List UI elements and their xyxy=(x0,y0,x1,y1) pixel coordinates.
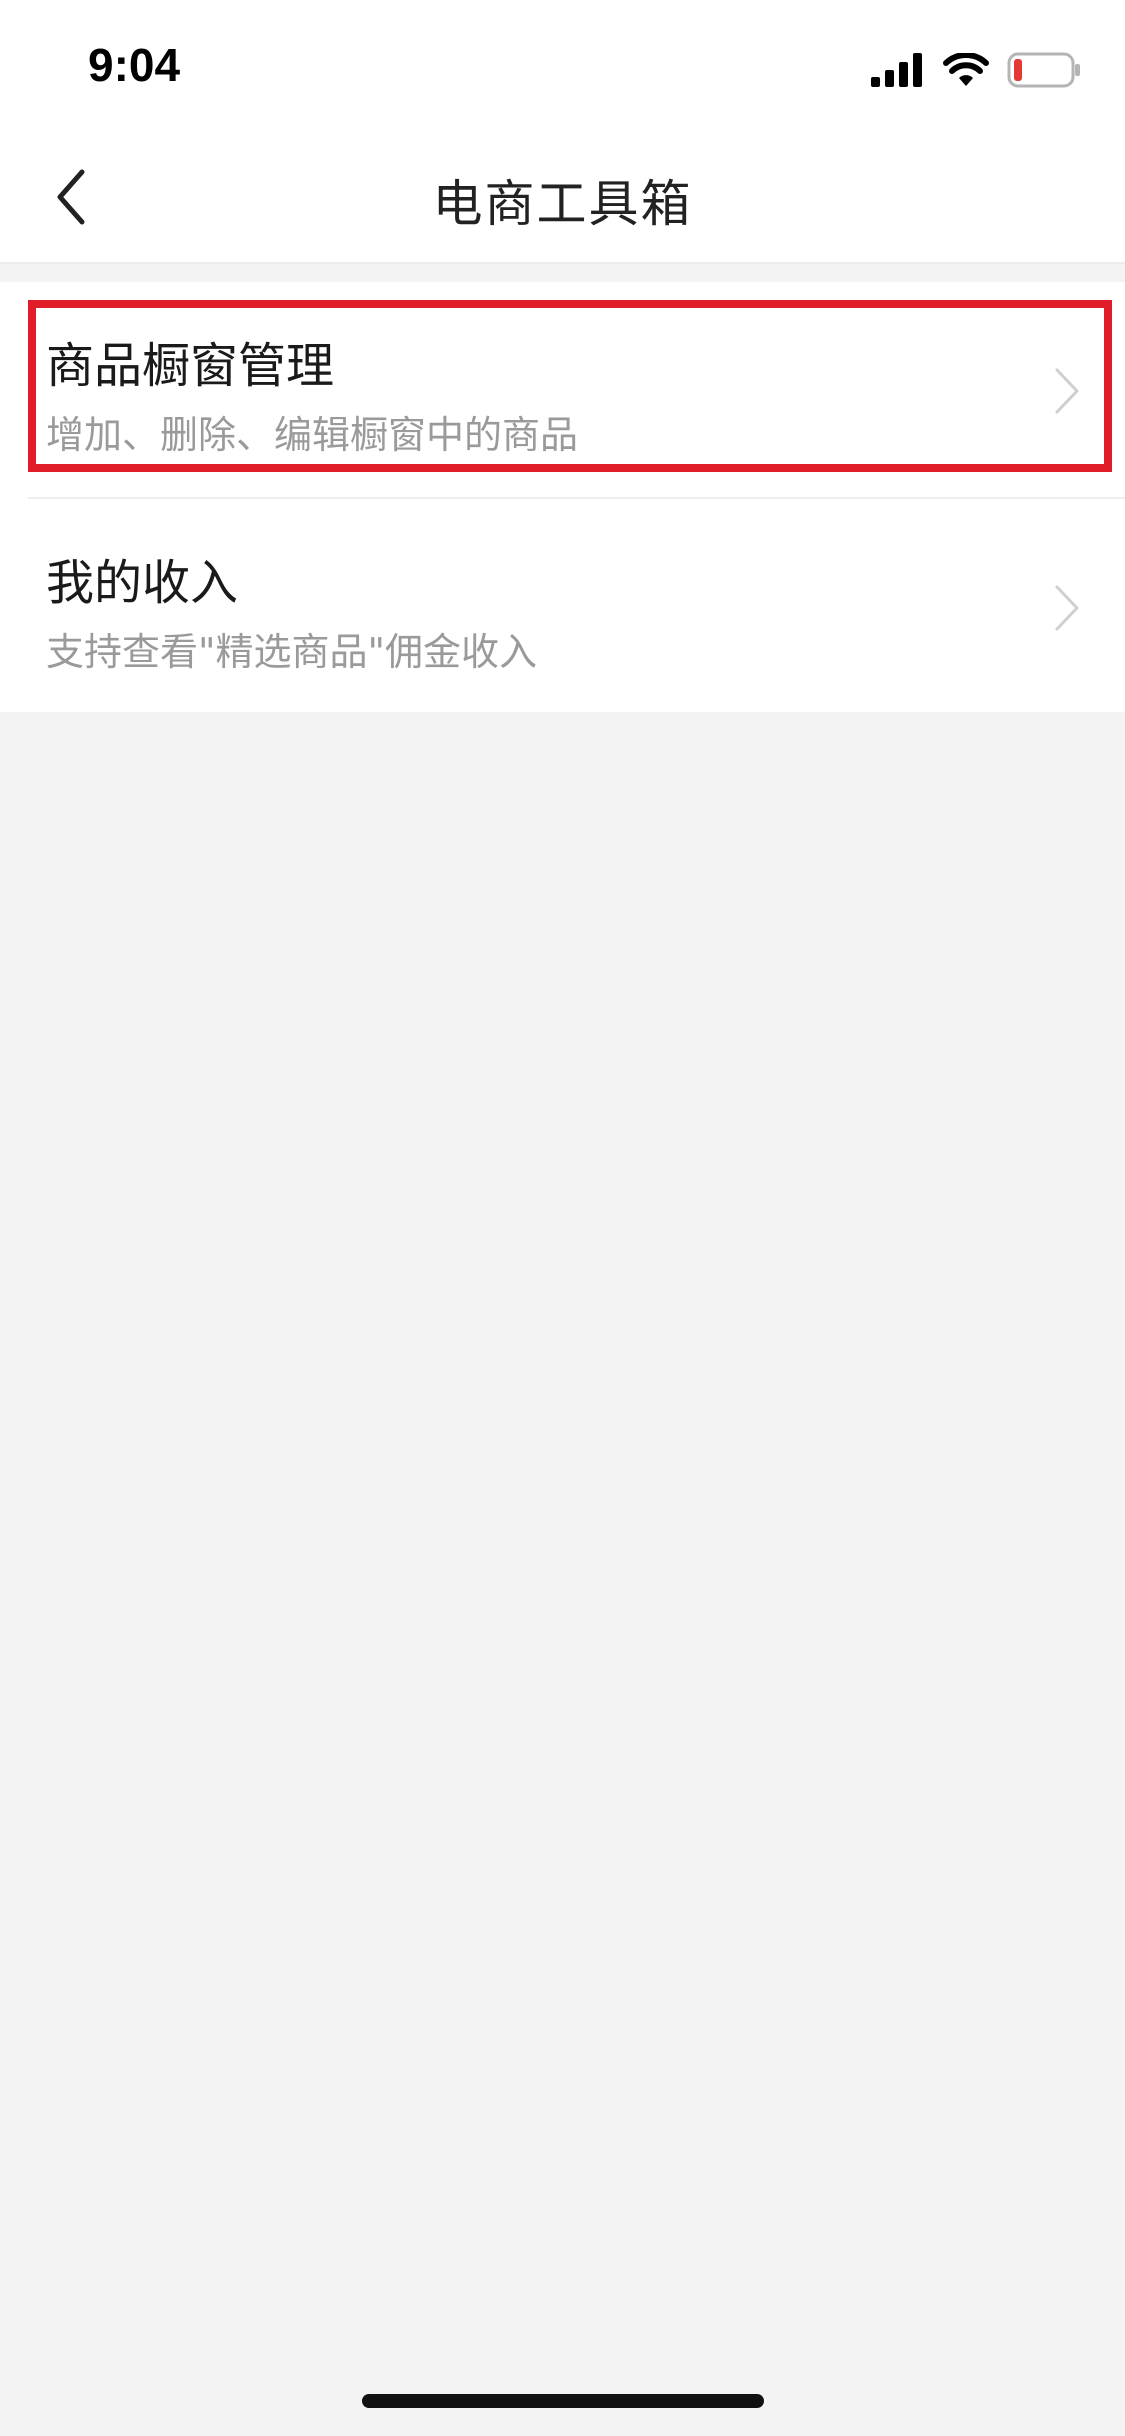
status-bar: 9:04 xyxy=(0,0,1125,132)
status-time: 9:04 xyxy=(88,39,181,91)
list-item-my-income[interactable]: 我的收入 支持查看"精选商品"佣金收入 xyxy=(28,497,1125,712)
list-item-subtitle: 支持查看"精选商品"佣金收入 xyxy=(46,630,537,674)
status-icons xyxy=(871,50,1081,90)
wifi-icon xyxy=(943,53,989,86)
list-item-subtitle: 增加、删除、编辑橱窗中的商品 xyxy=(46,413,579,457)
chevron-right-icon xyxy=(1055,368,1079,414)
navigation-bar: 电商工具箱 xyxy=(0,132,1125,264)
screen: 9:04 电商工具箱 商品橱窗管理 增加、删除、编辑橱窗中的商品 我的收入 支持… xyxy=(0,0,1125,2436)
battery-low-icon xyxy=(1007,52,1080,88)
list-item-title: 我的收入 xyxy=(46,555,239,611)
page-title: 电商工具箱 xyxy=(432,175,693,233)
menu-list: 商品橱窗管理 增加、删除、编辑橱窗中的商品 我的收入 支持查看"精选商品"佣金收… xyxy=(0,282,1125,712)
home-indicator[interactable] xyxy=(362,2394,764,2408)
chevron-right-icon xyxy=(1055,585,1079,631)
list-item-showcase-management[interactable]: 商品橱窗管理 增加、删除、编辑橱窗中的商品 xyxy=(0,282,1125,497)
signal-icon xyxy=(871,53,922,87)
list-item-title: 商品橱窗管理 xyxy=(46,338,335,394)
